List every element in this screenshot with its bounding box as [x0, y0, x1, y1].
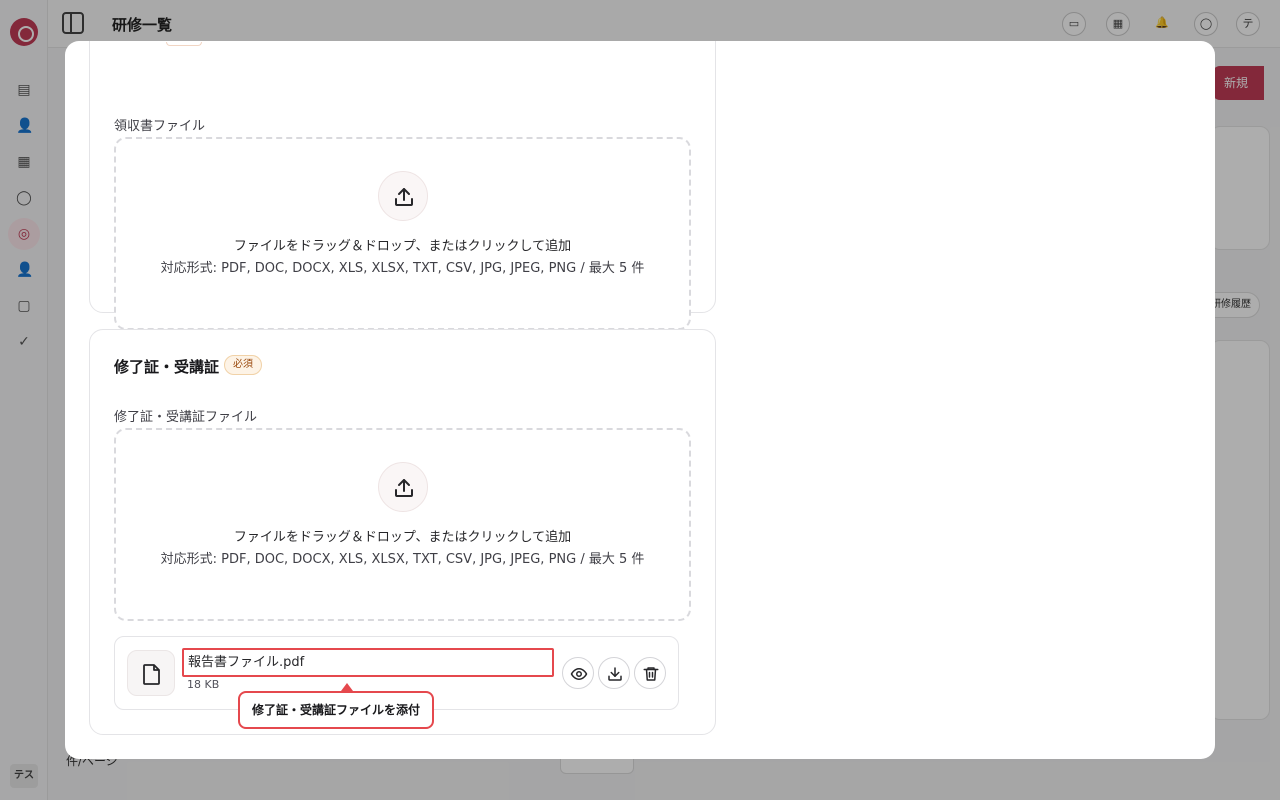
- dropzone-instruction: ファイルをドラッグ＆ドロップ、またはクリックして追加: [233, 530, 572, 545]
- file-size: 18 KB: [187, 678, 220, 691]
- receipt-field-label: 領収書ファイル: [114, 119, 206, 134]
- dropzone-formats: 対応形式: PDF, DOC, DOCX, XLS, XLSX, TXT, CS…: [160, 261, 645, 276]
- dropzone-formats: 対応形式: PDF, DOC, DOCX, XLS, XLSX, TXT, CS…: [160, 552, 645, 567]
- file-name: 報告書ファイル.pdf: [182, 648, 554, 677]
- preview-button[interactable]: [562, 657, 594, 689]
- download-button[interactable]: [598, 657, 630, 689]
- file-icon: [127, 650, 175, 696]
- upload-icon: [378, 462, 428, 512]
- eye-icon: [570, 668, 588, 680]
- tooltip-arrow: [341, 683, 353, 691]
- certificate-field-label: 修了証・受講証ファイル: [114, 410, 258, 425]
- upload-icon: [378, 171, 428, 221]
- trash-icon: [643, 667, 659, 681]
- guide-tooltip: 修了証・受講証ファイルを添付: [238, 691, 435, 729]
- receipt-dropzone[interactable]: ファイルをドラッグ＆ドロップ、またはクリックして追加 対応形式: PDF, DO…: [114, 137, 691, 330]
- section-title: 修了証・受講証: [114, 358, 220, 376]
- training-report-modal: 領収書ファイル ファイルをドラッグ＆ドロップ、またはクリックして追加 対応形式:…: [65, 41, 1215, 759]
- certificate-section: 修了証・受講証 必須 修了証・受講証ファイル ファイルをドラッグ＆ドロップ、また…: [89, 329, 716, 735]
- dropzone-instruction: ファイルをドラッグ＆ドロップ、またはクリックして追加: [233, 239, 572, 254]
- download-icon: [608, 667, 622, 681]
- receipt-section: 領収書ファイル ファイルをドラッグ＆ドロップ、またはクリックして追加 対応形式:…: [89, 41, 716, 330]
- cut-off-badge: [166, 42, 202, 46]
- delete-button[interactable]: [634, 657, 666, 689]
- required-badge: 必須: [224, 355, 262, 375]
- certificate-dropzone[interactable]: ファイルをドラッグ＆ドロップ、またはクリックして追加 対応形式: PDF, DO…: [114, 428, 691, 621]
